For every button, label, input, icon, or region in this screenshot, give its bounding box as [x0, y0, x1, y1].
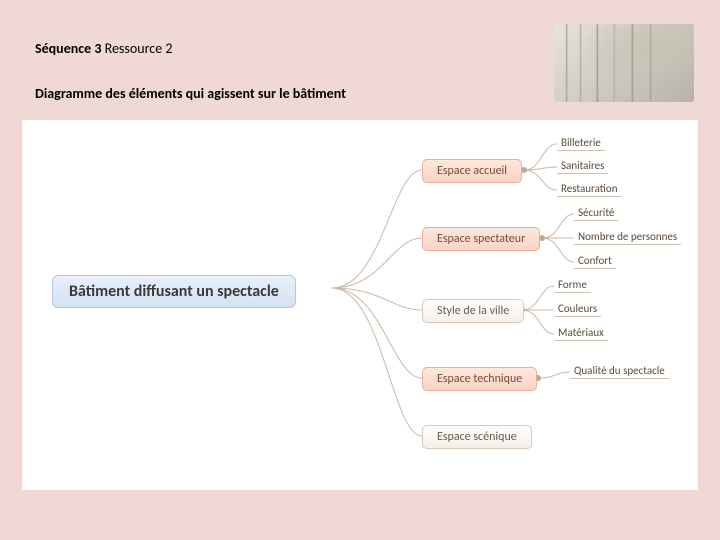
- mindmap-diagram: Bâtiment diffusant un spectacle Espace a…: [22, 120, 698, 490]
- leaf-nombre-personnes: Nombre de personnes: [574, 230, 681, 245]
- leaf-materiaux: Matériaux: [554, 326, 608, 341]
- branch-style-ville: Style de la ville: [422, 299, 524, 323]
- leaf-restauration: Restauration: [557, 182, 622, 197]
- branch-espace-spectateur: Espace spectateur: [422, 227, 540, 251]
- branch-espace-scenique: Espace scénique: [422, 425, 532, 449]
- city-model-image: [554, 24, 694, 102]
- leaf-confort: Confort: [574, 254, 616, 269]
- sequence-light: Ressource 2: [101, 40, 172, 57]
- root-node: Bâtiment diffusant un spectacle: [52, 275, 296, 308]
- leaf-forme: Forme: [554, 278, 591, 293]
- sequence-bold: Séquence 3: [35, 40, 101, 57]
- leaf-securite: Sécurité: [574, 206, 618, 221]
- branch-espace-accueil: Espace accueil: [422, 159, 522, 183]
- leaf-sanitaires: Sanitaires: [557, 159, 608, 174]
- leaf-qualite-spectacle: Qualité du spectacle: [570, 364, 669, 379]
- leaf-couleurs: Couleurs: [554, 302, 601, 317]
- leaf-billeterie: Billeterie: [557, 136, 605, 151]
- branch-espace-technique: Espace technique: [422, 367, 537, 391]
